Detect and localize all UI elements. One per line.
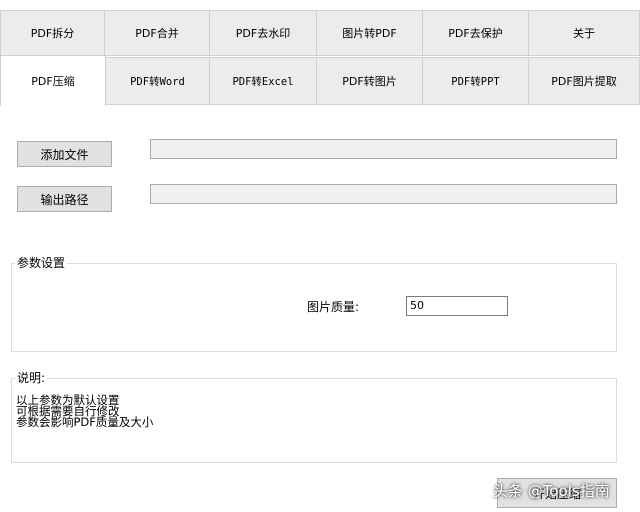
tab-pdf-image-extract[interactable]: PDF图片提取 [528, 57, 640, 105]
tab-strip-divider [105, 104, 640, 105]
params-group-title: 参数设置 [15, 256, 68, 270]
add-file-button[interactable]: 添加文件 [17, 141, 112, 167]
output-path-button[interactable]: 输出路径 [17, 186, 112, 212]
tab-pdf-to-image[interactable]: PDF转图片 [316, 57, 423, 105]
tab-pdf-split[interactable]: PDF拆分 [0, 10, 105, 56]
tab-pdf-unprotect[interactable]: PDF去保护 [422, 10, 529, 56]
tab-pdf-to-word[interactable]: PDF转Word [105, 57, 210, 105]
tab-pdf-to-ppt[interactable]: PDF转PPT [422, 57, 529, 105]
tab-pdf-compress[interactable]: PDF压缩 [0, 55, 106, 106]
input-file-path-field[interactable] [150, 139, 617, 159]
output-path-field[interactable] [150, 184, 617, 204]
note-line: 参数会影响PDF质量及大小 [16, 415, 154, 429]
tab-image-to-pdf[interactable]: 图片转PDF [316, 10, 423, 56]
watermark-text: 头条 @Tools指南 [493, 482, 610, 500]
tab-about[interactable]: 关于 [528, 10, 640, 56]
notes-text: 以上参数为默认设置 可根据需要自行修改 参数会影响PDF质量及大小 [16, 394, 154, 429]
tab-pdf-merge[interactable]: PDF合并 [104, 10, 210, 56]
image-quality-input[interactable]: 50 [406, 296, 508, 316]
tab-bar: PDF拆分 PDF合并 PDF去水印 图片转PDF PDF去保护 关于 PDF压… [0, 0, 640, 106]
notes-group-title: 说明: [15, 371, 48, 385]
tab-pdf-remove-watermark[interactable]: PDF去水印 [209, 10, 317, 56]
tab-pdf-to-excel[interactable]: PDF转Excel [209, 57, 317, 105]
image-quality-label: 图片质量: [307, 300, 360, 314]
